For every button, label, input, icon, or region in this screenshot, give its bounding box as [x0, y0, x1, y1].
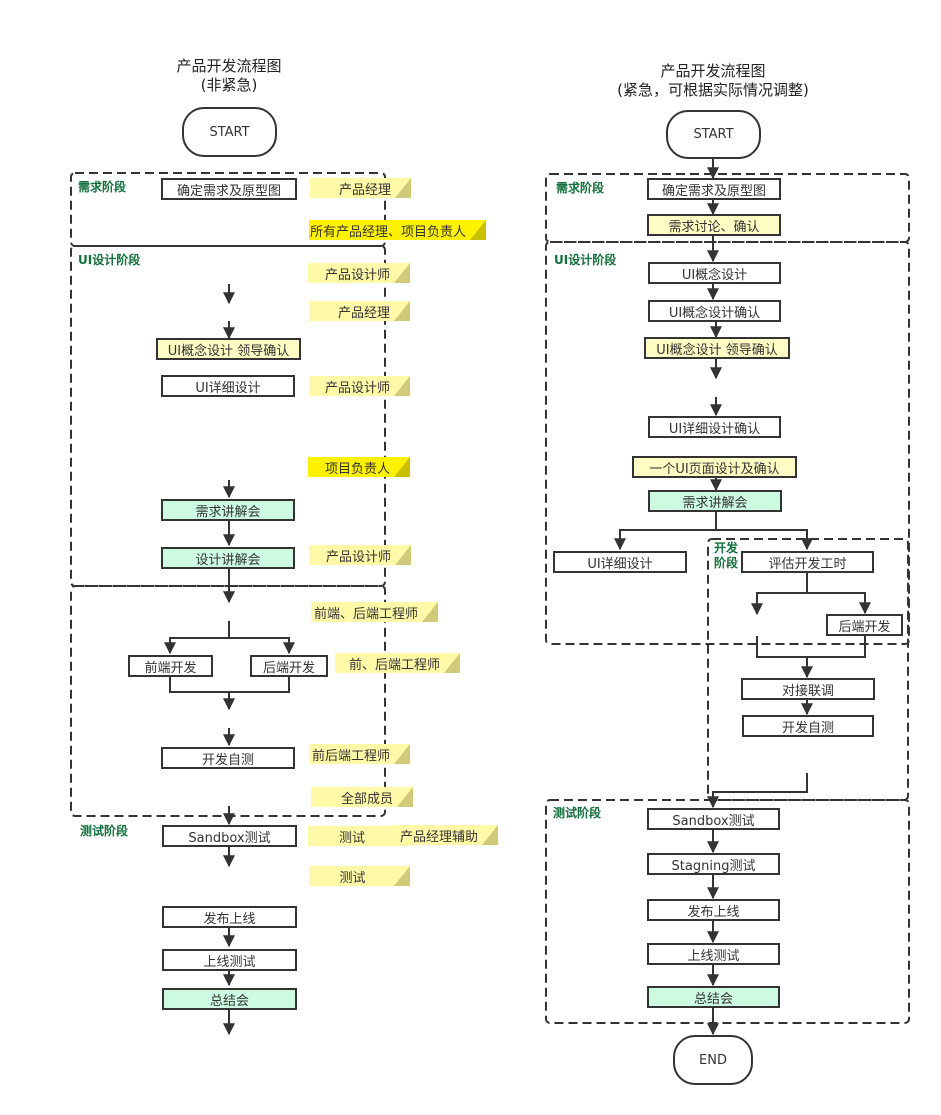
left-title-main: 产品开发流程图	[176, 57, 282, 75]
role-note: 产品设计师	[309, 376, 410, 396]
role-note-text: 前后端工程师	[311, 748, 390, 764]
right-node-sandbox-test[interactable]: Sandbox测试	[647, 808, 780, 830]
right-node-summary[interactable]: 总结会	[647, 986, 780, 1008]
role-note: 前、后端工程师	[335, 653, 460, 673]
left-node-design-briefing[interactable]: 设计讲解会	[161, 547, 295, 569]
role-note: 项目负责人	[308, 457, 410, 477]
left-phase-label-testing: 测试阶段	[80, 824, 129, 838]
note-fold-icon	[482, 825, 498, 845]
left-node-confirm-req[interactable]: 确定需求及原型图	[161, 178, 297, 200]
note-fold-icon	[395, 545, 411, 565]
right-phase-label-dev-line1: 开发	[714, 541, 739, 555]
left-phase-label-requirements: 需求阶段	[78, 180, 127, 194]
right-node-ui-detail[interactable]: UI详细设计	[553, 551, 687, 573]
right-phase-label-dev-line2: 阶段	[714, 556, 739, 570]
role-note: 产品设计师	[309, 545, 411, 565]
right-start-terminal[interactable]: START	[666, 110, 761, 159]
role-note: 产品经理辅助	[390, 825, 498, 845]
right-title-main: 产品开发流程图	[660, 62, 766, 80]
left-branch-split	[164, 621, 230, 655]
right-node-ui-concept-confirm[interactable]: UI概念设计确认	[648, 300, 781, 322]
left-node-frontend-dev[interactable]: 前端开发	[128, 655, 213, 677]
note-fold-icon	[394, 744, 410, 764]
right-node-integration[interactable]: 对接联调	[741, 678, 875, 700]
note-fold-icon	[395, 178, 411, 198]
left-title: 产品开发流程图 (非紧急)	[129, 57, 329, 95]
right-phase-label-testing: 测试阶段	[553, 806, 602, 820]
role-note-text: 所有产品经理、项目负责人	[309, 224, 466, 240]
left-branch-merge	[169, 677, 290, 693]
role-note-text: 前端、后端工程师	[313, 606, 418, 622]
right-phase-label-development: 开发 阶段	[714, 541, 738, 571]
left-node-sandbox-test[interactable]: Sandbox测试	[162, 825, 297, 847]
note-fold-icon	[397, 787, 413, 807]
right-dev-merge	[756, 636, 866, 658]
left-start-terminal[interactable]: START	[182, 107, 277, 157]
right-dev-exit	[707, 773, 808, 809]
right-node-ui-concept-leader[interactable]: UI概念设计 领导确认	[644, 337, 790, 359]
right-node-staging-test[interactable]: Stagning测试	[647, 853, 780, 875]
role-note-text: 产品设计师	[324, 267, 390, 283]
left-node-dev-selftest[interactable]: 开发自测	[161, 747, 295, 769]
note-fold-icon	[422, 602, 438, 622]
right-node-one-page-design[interactable]: 一个UI页面设计及确认	[632, 456, 797, 478]
role-note-text: 产品设计师	[324, 380, 390, 396]
left-node-req-briefing[interactable]: 需求讲解会	[161, 499, 295, 521]
note-fold-icon	[394, 376, 410, 396]
role-note-text: 产品设计师	[325, 549, 391, 565]
right-branch-split	[614, 512, 717, 551]
right-node-confirm-req[interactable]: 确定需求及原型图	[647, 178, 781, 200]
right-node-req-briefing[interactable]: 需求讲解会	[648, 490, 782, 512]
right-node-ui-detail-confirm[interactable]: UI详细设计确认	[648, 416, 781, 438]
note-fold-icon	[394, 263, 410, 283]
left-title-sub: (非紧急)	[200, 76, 258, 94]
right-title-sub: (紧急，可根据实际情况调整)	[617, 81, 809, 99]
left-node-backend-dev[interactable]: 后端开发	[250, 655, 328, 677]
left-node-ui-detail[interactable]: UI详细设计	[161, 375, 295, 397]
role-note: 全部成员	[311, 787, 413, 807]
right-node-ui-concept[interactable]: UI概念设计	[648, 262, 781, 284]
left-phase-label-ui-design: UI设计阶段	[78, 253, 141, 267]
role-note: 产品设计师	[308, 263, 410, 283]
role-note-text: 全部成员	[340, 791, 393, 807]
right-node-req-discuss[interactable]: 需求讨论、确认	[647, 214, 781, 236]
note-fold-icon	[470, 220, 486, 240]
role-note: 前端、后端工程师	[311, 602, 438, 622]
role-note-text: 产品经理	[338, 182, 391, 198]
note-fold-icon	[394, 457, 410, 477]
right-title: 产品开发流程图 (紧急，可根据实际情况调整)	[583, 62, 843, 100]
note-fold-icon	[444, 653, 460, 673]
role-note: 产品经理	[310, 178, 411, 198]
left-node-summary[interactable]: 总结会	[162, 988, 297, 1010]
role-note-text: 测试	[338, 830, 365, 846]
role-note-text: 项目负责人	[324, 461, 390, 477]
right-end-terminal[interactable]: END	[673, 1035, 753, 1085]
note-fold-icon	[394, 301, 410, 321]
right-node-release[interactable]: 发布上线	[647, 899, 780, 921]
right-node-estimate-hours[interactable]: 评估开发工时	[741, 551, 874, 573]
role-note-text: 产品经理	[337, 305, 390, 321]
left-node-ui-concept-leader[interactable]: UI概念设计 领导确认	[156, 338, 301, 360]
right-phase-label-requirements: 需求阶段	[556, 181, 605, 195]
right-node-backend-dev[interactable]: 后端开发	[826, 614, 903, 636]
left-node-online-test[interactable]: 上线测试	[162, 949, 297, 971]
right-phase-label-ui-design: UI设计阶段	[554, 253, 617, 267]
role-note-text: 前、后端工程师	[348, 657, 440, 673]
right-dev-split	[751, 573, 808, 616]
left-node-release[interactable]: 发布上线	[162, 906, 297, 928]
left-branch-split	[229, 637, 295, 655]
role-note-text: 产品经理辅助	[399, 829, 478, 845]
role-note: 测试	[309, 866, 410, 886]
role-note: 产品经理	[309, 301, 410, 321]
role-note-text: 测试	[339, 870, 366, 886]
right-node-dev-selftest[interactable]: 开发自测	[742, 715, 874, 737]
note-fold-icon	[394, 866, 410, 886]
role-note: 前后端工程师	[309, 744, 410, 764]
right-node-online-test[interactable]: 上线测试	[647, 943, 780, 965]
right-dev-split	[807, 592, 871, 615]
role-note: 所有产品经理、项目负责人	[309, 220, 486, 240]
